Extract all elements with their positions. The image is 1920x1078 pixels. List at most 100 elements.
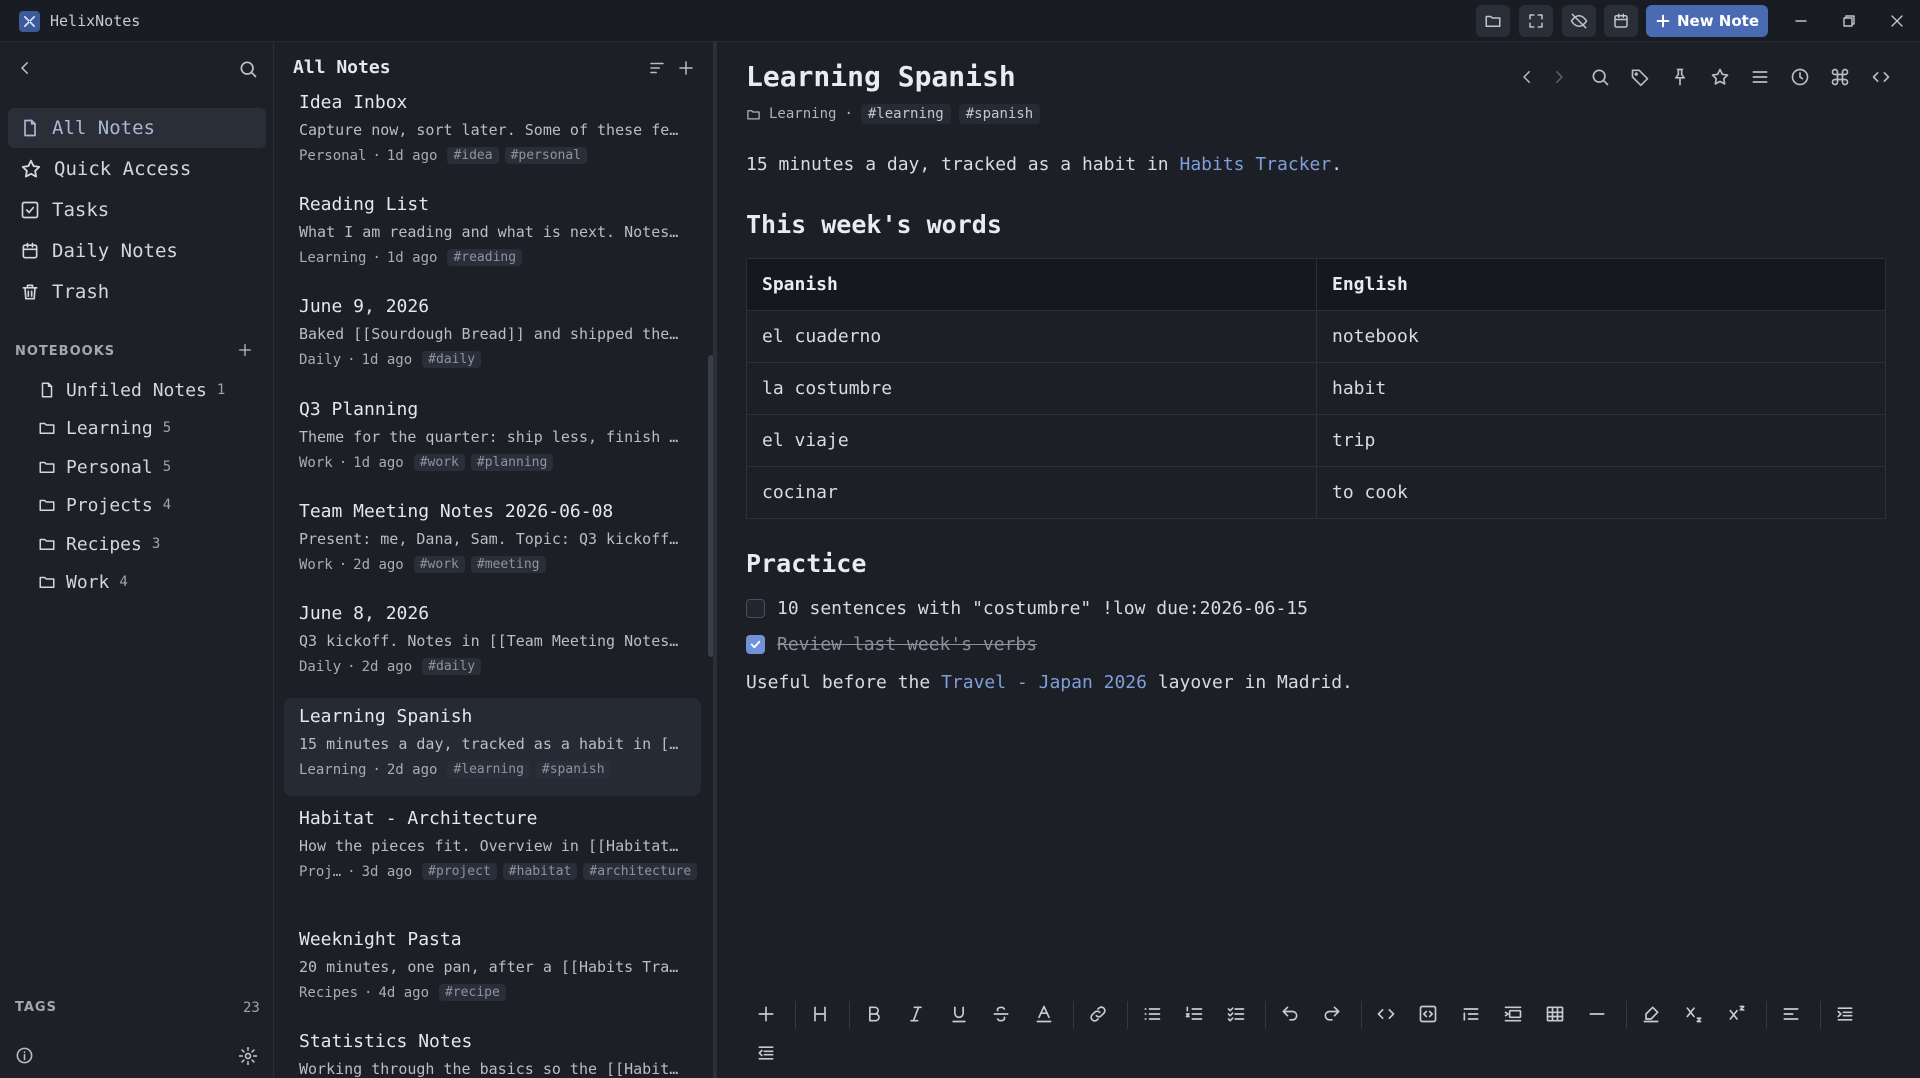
open-folder-button[interactable]	[1476, 5, 1510, 37]
fullscreen-button[interactable]	[1519, 5, 1553, 37]
note-tag[interactable]: #learning	[447, 761, 530, 778]
note-tag[interactable]: #architecture	[583, 863, 698, 880]
note-card[interactable]: Habitat - Architecture How the pieces fit…	[284, 800, 701, 898]
note-tag[interactable]: #reading	[447, 249, 523, 266]
outline-button[interactable]	[1748, 65, 1772, 89]
redo-button[interactable]	[1317, 999, 1347, 1029]
document-tag[interactable]: #learning	[860, 104, 951, 124]
close-button[interactable]	[1885, 9, 1909, 33]
document-title[interactable]: Learning Spanish	[746, 60, 1016, 93]
habits-tracker-link[interactable]: Habits Tracker	[1179, 154, 1331, 175]
note-card[interactable]: Statistics Notes Working through the basi…	[284, 1023, 701, 1078]
note-tag[interactable]: #work	[413, 556, 465, 573]
travel-japan-link[interactable]: Travel - Japan 2026	[941, 672, 1147, 693]
document-tag[interactable]: #spanish	[958, 104, 1041, 124]
code-block-button[interactable]	[1413, 999, 1443, 1029]
collapse-sidebar-button[interactable]	[16, 59, 34, 77]
note-card[interactable]: June 9, 2026 Baked [[Sourdough Bread]] an…	[284, 288, 701, 386]
notebook-unfiled-notes[interactable]: Unfiled Notes 1	[38, 374, 225, 406]
table-cell[interactable]: cocinar	[746, 466, 1317, 519]
table-cell[interactable]: notebook	[1316, 310, 1886, 363]
task-list-button[interactable]	[1221, 999, 1251, 1029]
notebook-projects[interactable]: Projects 4	[38, 489, 171, 521]
note-tag[interactable]: #personal	[504, 147, 588, 164]
sort-button[interactable]	[648, 59, 666, 77]
find-in-note-button[interactable]	[1588, 65, 1612, 89]
table-cell[interactable]: trip	[1316, 414, 1886, 467]
note-tag[interactable]: #planning	[470, 454, 554, 471]
outdent-button[interactable]	[751, 1038, 781, 1068]
heading-button[interactable]	[805, 999, 835, 1029]
note-card[interactable]: Weeknight Pasta 20 minutes, one pan, afte…	[284, 921, 701, 1019]
subscript-button[interactable]	[1679, 999, 1709, 1029]
note-card[interactable]: Idea Inbox Capture now, sort later. Some …	[284, 84, 701, 182]
table-cell[interactable]: el viaje	[746, 414, 1317, 467]
tags-label[interactable]: TAGS	[15, 1000, 57, 1015]
note-list-scrollbar[interactable]	[708, 355, 713, 657]
inline-code-button[interactable]	[1371, 999, 1401, 1029]
history-button[interactable]	[1788, 65, 1812, 89]
info-button[interactable]	[15, 1046, 34, 1065]
note-card[interactable]: June 8, 2026 Q3 kickoff. Notes in [[Team …	[284, 595, 701, 693]
note-card[interactable]: Learning Spanish 15 minutes a day, tracke…	[284, 698, 701, 796]
toggle-preview-button[interactable]	[1562, 5, 1596, 37]
add-note-button[interactable]	[677, 59, 695, 77]
nav-quick-access[interactable]: Quick Access	[8, 149, 266, 189]
table-cell[interactable]: habit	[1316, 362, 1886, 415]
pin-button[interactable]	[1668, 65, 1692, 89]
link-button[interactable]	[1083, 999, 1113, 1029]
search-button[interactable]	[238, 59, 258, 79]
task-checkbox[interactable]	[746, 635, 765, 654]
bullet-list-button[interactable]	[1137, 999, 1167, 1029]
table-button[interactable]	[1540, 999, 1570, 1029]
blockquote-button[interactable]	[1456, 999, 1486, 1029]
nav-trash[interactable]: Trash	[8, 272, 266, 312]
indent-button[interactable]	[1830, 999, 1860, 1029]
back-button[interactable]	[1515, 65, 1539, 89]
notebook-recipes[interactable]: Recipes 3	[38, 528, 160, 560]
note-tag[interactable]: #habitat	[502, 863, 578, 880]
numbered-list-button[interactable]	[1179, 999, 1209, 1029]
highlight-button[interactable]	[1636, 999, 1666, 1029]
note-tag[interactable]: #daily	[422, 351, 482, 368]
note-tag[interactable]: #idea	[447, 147, 499, 164]
new-note-button[interactable]: New Note	[1646, 5, 1768, 37]
note-tag[interactable]: #spanish	[535, 761, 611, 778]
nav-daily-notes[interactable]: Daily Notes	[8, 231, 266, 271]
italic-button[interactable]	[901, 999, 931, 1029]
align-button[interactable]	[1776, 999, 1806, 1029]
nav-all-notes[interactable]: All Notes	[8, 108, 266, 148]
add-notebook-button[interactable]	[237, 342, 253, 358]
bold-button[interactable]	[859, 999, 889, 1029]
tag-button[interactable]	[1628, 65, 1652, 89]
note-tag[interactable]: #project	[422, 863, 497, 880]
command-palette-button[interactable]	[1828, 65, 1852, 89]
source-view-button[interactable]	[1869, 65, 1893, 89]
note-card[interactable]: Reading List What I am reading and what i…	[284, 186, 701, 284]
table-cell[interactable]: to cook	[1316, 466, 1886, 519]
superscript-button[interactable]	[1722, 999, 1752, 1029]
minimize-button[interactable]	[1789, 9, 1813, 33]
table-cell[interactable]: el cuaderno	[746, 310, 1317, 363]
note-tag[interactable]: #work	[413, 454, 465, 471]
strikethrough-button[interactable]	[986, 999, 1016, 1029]
notebook-learning[interactable]: Learning 5	[38, 412, 171, 444]
underline-button[interactable]	[944, 999, 974, 1029]
text-color-button[interactable]	[1029, 999, 1059, 1029]
table-cell[interactable]: la costumbre	[746, 362, 1317, 415]
horizontal-rule-button[interactable]	[1582, 999, 1612, 1029]
note-tag[interactable]: #meeting	[470, 556, 546, 573]
nav-tasks[interactable]: Tasks	[8, 190, 266, 230]
insert-block-button[interactable]	[751, 999, 781, 1029]
notebook-personal[interactable]: Personal 5	[38, 451, 171, 483]
callout-button[interactable]	[1498, 999, 1528, 1029]
restore-button[interactable]	[1837, 9, 1861, 33]
undo-button[interactable]	[1275, 999, 1305, 1029]
notebook-work[interactable]: Work 4	[38, 566, 128, 598]
favorite-button[interactable]	[1708, 65, 1732, 89]
note-card[interactable]: Q3 Planning Theme for the quarter: ship l…	[284, 391, 701, 489]
forward-button[interactable]	[1547, 65, 1571, 89]
note-tag[interactable]: #recipe	[439, 984, 506, 1001]
calendar-button[interactable]	[1604, 5, 1638, 37]
document-notebook[interactable]: Learning	[769, 106, 836, 122]
